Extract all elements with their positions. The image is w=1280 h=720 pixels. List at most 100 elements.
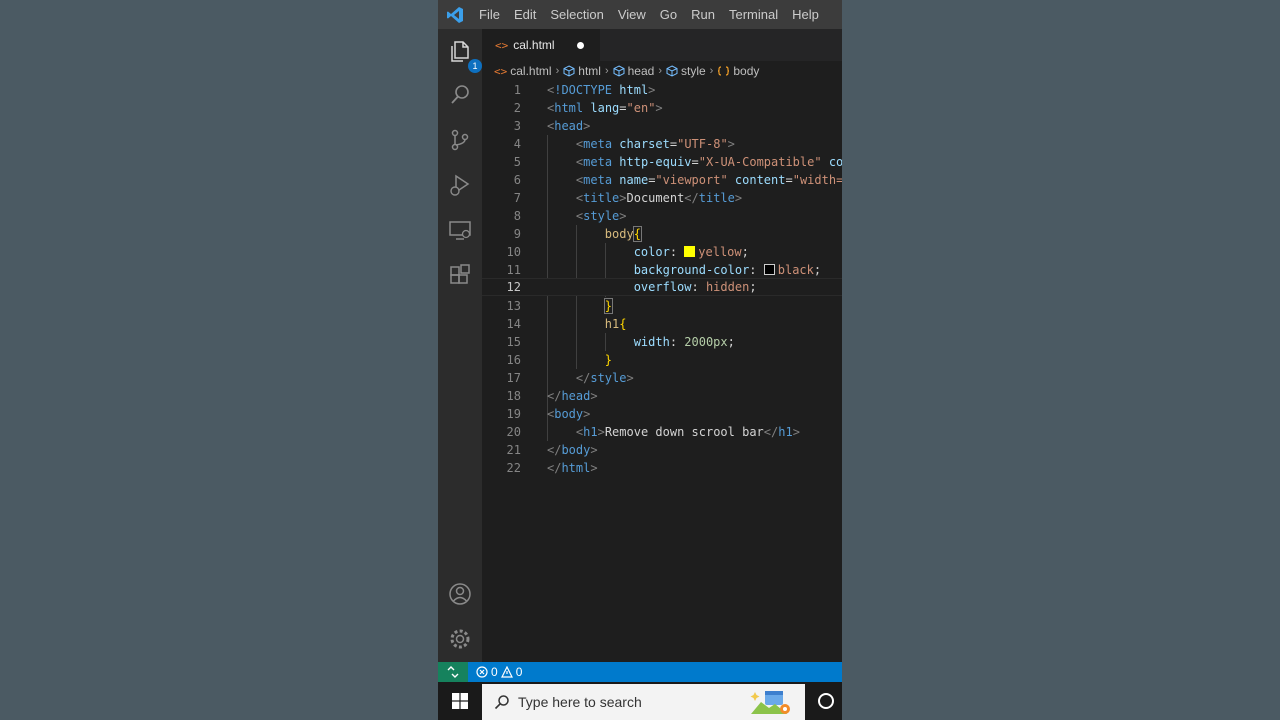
code-editor[interactable]: 1 <!DOCTYPE html> 2 <html lang="en"> 3 <… <box>482 81 842 662</box>
code-line[interactable]: 2 <html lang="en"> <box>482 99 842 117</box>
cortana-circle-icon[interactable] <box>818 693 834 709</box>
html-file-icon: <> <box>494 64 508 78</box>
code-text: <meta name="viewport" content="width= <box>575 173 842 187</box>
code-text: </head> <box>547 389 598 403</box>
line-number: 10 <box>506 245 521 259</box>
account-icon[interactable] <box>446 580 474 608</box>
breadcrumb-item-html[interactable]: html <box>563 64 601 78</box>
code-text: background-color: black; <box>633 263 822 277</box>
source-control-icon[interactable] <box>446 126 474 154</box>
code-line[interactable]: 8 <style> <box>482 207 842 225</box>
breadcrumb-item-style[interactable]: style <box>666 64 706 78</box>
breadcrumb: <> cal.html › html › head › style › body <box>482 61 842 81</box>
code-line[interactable]: 10 color: yellow; <box>482 243 842 261</box>
windows-taskbar: Type here to search <box>438 682 842 720</box>
menu-terminal[interactable]: Terminal <box>722 0 785 29</box>
code-text: overflow: hidden; <box>633 280 757 294</box>
error-icon <box>476 666 488 678</box>
code-line[interactable]: 7 <title>Document</title> <box>482 189 842 207</box>
status-bar: 0 0 <box>438 662 842 682</box>
menu-bar: File Edit Selection View Go Run Terminal… <box>472 0 826 29</box>
line-number: 13 <box>506 299 521 313</box>
code-line[interactable]: 11 background-color: black; <box>482 261 842 279</box>
warning-icon <box>500 666 513 678</box>
problems-indicator[interactable]: 0 0 <box>476 665 525 679</box>
code-line[interactable]: 17 </style> <box>482 369 842 387</box>
line-number: 7 <box>513 191 521 205</box>
code-text: <style> <box>575 209 627 223</box>
code-line[interactable]: 20 <h1>Remove down scrool bar</h1> <box>482 423 842 441</box>
code-line[interactable]: 15 width: 2000px; <box>482 333 842 351</box>
menu-file[interactable]: File <box>472 0 507 29</box>
title-bar: File Edit Selection View Go Run Terminal… <box>438 0 842 29</box>
code-line[interactable]: 1 <!DOCTYPE html> <box>482 81 842 99</box>
line-number: 6 <box>513 173 521 187</box>
element-cube-icon <box>563 65 575 77</box>
code-text: <meta http-equiv="X-UA-Compatible" co <box>575 155 842 169</box>
line-number: 14 <box>506 317 521 331</box>
unsaved-dot-icon[interactable] <box>576 41 584 49</box>
taskbar-search-box[interactable]: Type here to search <box>482 684 805 720</box>
code-line[interactable]: 21 </body> <box>482 441 842 459</box>
line-number: 22 <box>506 461 521 475</box>
breadcrumb-item-file[interactable]: <> cal.html <box>494 64 552 78</box>
explorer-icon[interactable]: 1 <box>446 37 482 73</box>
code-text: } <box>604 353 613 367</box>
menu-view[interactable]: View <box>611 0 653 29</box>
run-debug-icon[interactable] <box>446 171 474 199</box>
menu-help[interactable]: Help <box>785 0 826 29</box>
code-line[interactable]: 18 </head> <box>482 387 842 405</box>
warning-count: 0 <box>515 665 523 679</box>
menu-edit[interactable]: Edit <box>507 0 543 29</box>
breadcrumb-item-body[interactable]: body <box>717 64 759 78</box>
code-line[interactable]: 9 body{ <box>482 225 842 243</box>
breadcrumb-item-head[interactable]: head <box>613 64 655 78</box>
tab-bar: <> cal.html <box>482 29 842 61</box>
code-line[interactable]: 22 </html> <box>482 459 842 477</box>
code-line[interactable]: 5 <meta http-equiv="X-UA-Compatible" co <box>482 153 842 171</box>
remote-explorer-icon[interactable] <box>446 216 474 244</box>
menu-go[interactable]: Go <box>653 0 684 29</box>
chevron-right-icon: › <box>709 65 714 77</box>
yellow-color-swatch[interactable] <box>684 246 696 257</box>
error-count: 0 <box>491 665 498 679</box>
breadcrumb-label: head <box>627 64 655 78</box>
code-line[interactable]: 6 <meta name="viewport" content="width= <box>482 171 842 189</box>
line-number: 1 <box>513 83 521 97</box>
code-line[interactable]: 19 <body> <box>482 405 842 423</box>
code-line[interactable]: 13 } <box>482 297 842 315</box>
tab-cal-html[interactable]: <> cal.html <box>482 29 600 61</box>
settings-gear-icon[interactable] <box>446 625 474 653</box>
code-line-active[interactable]: 12 overflow: hidden; <box>482 278 842 296</box>
code-line[interactable]: 16 } <box>482 351 842 369</box>
line-number: 9 <box>513 227 521 241</box>
black-color-swatch[interactable] <box>763 264 775 275</box>
vscode-window: File Edit Selection View Go Run Terminal… <box>438 0 842 720</box>
vscode-logo-icon <box>438 0 472 29</box>
line-number: 4 <box>513 137 521 151</box>
menu-selection[interactable]: Selection <box>543 0 610 29</box>
menu-run[interactable]: Run <box>684 0 722 29</box>
code-text: h1{ <box>604 317 627 331</box>
search-icon <box>494 695 509 710</box>
code-text: <html lang="en"> <box>547 101 663 115</box>
line-number: 2 <box>513 101 521 115</box>
code-text: </style> <box>575 371 634 385</box>
html-file-icon: <> <box>495 38 509 52</box>
chevron-right-icon: › <box>658 65 662 77</box>
extensions-icon[interactable] <box>446 261 474 289</box>
explorer-badge: 1 <box>468 59 482 73</box>
code-text: <body> <box>547 407 591 421</box>
breadcrumb-label: html <box>578 64 601 78</box>
css-rule-icon <box>718 66 730 76</box>
line-number: 16 <box>506 353 521 367</box>
search-icon[interactable] <box>446 81 474 109</box>
code-line[interactable]: 4 <meta charset="UTF-8"> <box>482 135 842 153</box>
start-button[interactable] <box>438 682 482 720</box>
code-text: } <box>603 298 614 314</box>
remote-indicator[interactable] <box>438 662 468 682</box>
code-line[interactable]: 14 h1{ <box>482 315 842 333</box>
code-line[interactable]: 3 <head> <box>482 117 842 135</box>
code-text: <h1>Remove down scrool bar</h1> <box>575 425 800 439</box>
breadcrumb-label: style <box>680 64 706 78</box>
